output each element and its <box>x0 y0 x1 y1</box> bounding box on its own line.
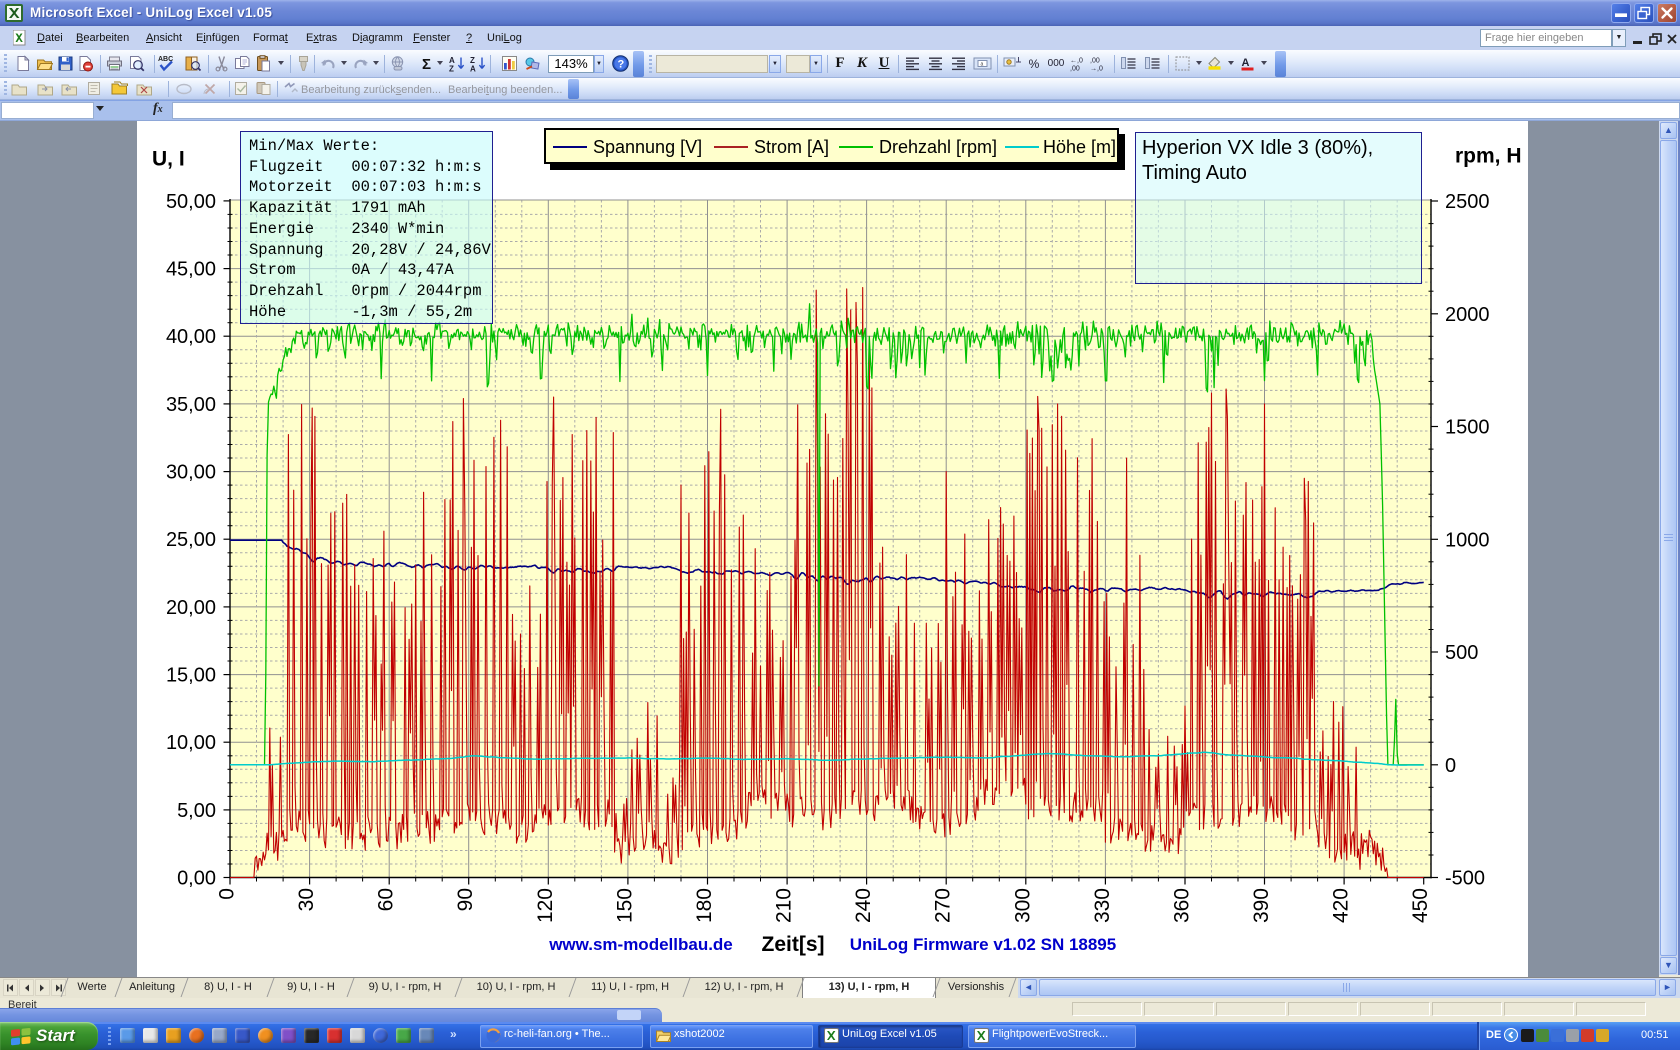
svg-text:a: a <box>981 62 984 68</box>
svg-text:,00: ,00 <box>1090 58 1100 65</box>
svg-text:20,00: 20,00 <box>166 597 216 619</box>
svg-text:25,00: 25,00 <box>166 529 216 551</box>
svg-text:www.sm-modellbau.de: www.sm-modellbau.de <box>548 935 733 954</box>
svg-text:0,00: 0,00 <box>177 868 216 890</box>
svg-text:180: 180 <box>693 888 716 923</box>
svg-text:U, I: U, I <box>152 148 185 171</box>
svg-text:1000: 1000 <box>1445 529 1490 551</box>
svg-text:10,00: 10,00 <box>166 732 216 754</box>
svg-text:500: 500 <box>1445 642 1478 664</box>
svg-text:←,0: ←,0 <box>1070 58 1083 65</box>
svg-text:A: A <box>1242 57 1250 69</box>
svg-text:330: 330 <box>1091 888 1114 923</box>
svg-text:50,00: 50,00 <box>166 191 216 213</box>
svg-text:45,00: 45,00 <box>166 259 216 281</box>
svg-text:300: 300 <box>1011 888 1034 923</box>
svg-text:0: 0 <box>1445 755 1456 777</box>
svg-text:Zeit[s]: Zeit[s] <box>762 933 825 956</box>
svg-text:A: A <box>470 65 476 73</box>
svg-text:60: 60 <box>375 888 398 911</box>
svg-text:,00: ,00 <box>1070 66 1080 73</box>
svg-text:30,00: 30,00 <box>166 462 216 484</box>
svg-text:1500: 1500 <box>1445 417 1490 439</box>
svg-text:35,00: 35,00 <box>166 394 216 416</box>
svg-text:360: 360 <box>1171 888 1194 923</box>
svg-text:210: 210 <box>773 888 796 923</box>
svg-text:450: 450 <box>1409 888 1432 923</box>
svg-text:270: 270 <box>932 888 955 923</box>
svg-text:150: 150 <box>613 888 636 923</box>
svg-text:2000: 2000 <box>1445 304 1490 326</box>
svg-text:30: 30 <box>295 888 318 911</box>
svg-text:2500: 2500 <box>1445 191 1490 213</box>
svg-text:420: 420 <box>1330 888 1353 923</box>
svg-text:rpm, H: rpm, H <box>1455 145 1522 168</box>
svg-text:?: ? <box>618 59 625 71</box>
svg-text:390: 390 <box>1250 888 1273 923</box>
svg-text:15,00: 15,00 <box>166 665 216 687</box>
svg-text:40,00: 40,00 <box>166 326 216 348</box>
svg-text:120: 120 <box>534 888 557 923</box>
svg-text:5,00: 5,00 <box>177 800 216 822</box>
svg-text:-500: -500 <box>1445 868 1485 890</box>
svg-text:UniLog Firmware v1.02 SN 18895: UniLog Firmware v1.02 SN 18895 <box>850 935 1116 954</box>
svg-text:Z: Z <box>449 65 454 73</box>
svg-text:0: 0 <box>216 888 239 900</box>
svg-text:90: 90 <box>454 888 477 911</box>
svg-text:→,0: →,0 <box>1090 66 1103 73</box>
svg-text:Σ: Σ <box>422 56 431 73</box>
svg-text:240: 240 <box>852 888 875 923</box>
